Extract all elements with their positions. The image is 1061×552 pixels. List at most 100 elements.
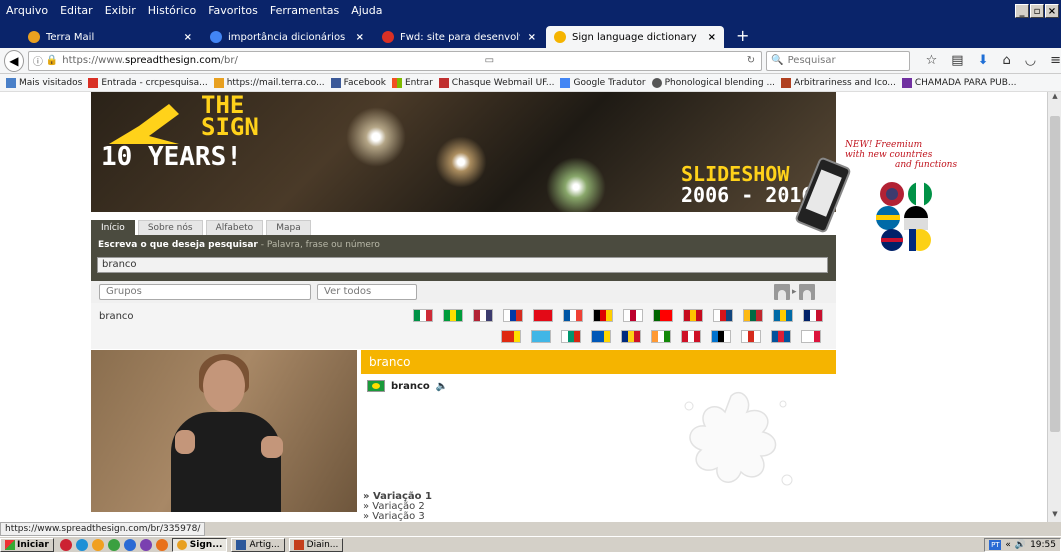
new-tab-button[interactable]: + [726, 26, 759, 48]
menu-item-ferramentas[interactable]: Ferramentas [264, 4, 345, 17]
volume-icon[interactable]: 🔊 [1015, 540, 1026, 550]
close-tab-icon[interactable]: × [700, 32, 716, 43]
downloads-icon[interactable]: ⬇ [978, 53, 989, 68]
groups-select[interactable]: Grupos [99, 284, 311, 300]
detail-entry[interactable]: branco 🔈 [367, 380, 448, 392]
promo-banner[interactable]: THE SIGN 10 YEARS! SLIDESHOW 2006 - 2016 [91, 92, 836, 212]
menu-item-exibir[interactable]: Exibir [99, 4, 142, 17]
language-flag-icon[interactable] [473, 309, 493, 322]
bookmarks-library-icon[interactable]: ▤ [951, 53, 963, 68]
bookmark-item[interactable]: Phonological blending ... [651, 77, 775, 88]
menu-hamburger-icon[interactable]: ≡ [1050, 53, 1061, 68]
scroll-thumb[interactable] [1050, 116, 1060, 432]
language-flag-icon[interactable] [591, 330, 611, 343]
bookmark-star-icon[interactable]: ☆ [926, 53, 938, 68]
tray-expand-icon[interactable]: « [1005, 540, 1011, 550]
freemium-promo[interactable]: NEW! Freemium with new countries and fun… [845, 140, 1005, 170]
page-scrollbar[interactable]: ▲ ▼ [1047, 92, 1061, 522]
menu-item-arquivo[interactable]: Arquivo [0, 4, 54, 17]
language-flag-icon[interactable] [653, 309, 673, 322]
language-icon[interactable]: PT [989, 539, 1002, 550]
home-icon[interactable]: ⌂ [1002, 53, 1010, 68]
lock-icon[interactable]: 🔒 [46, 55, 58, 66]
language-flag-icon[interactable] [711, 330, 731, 343]
taskbar-button-word[interactable]: Artig... [231, 537, 285, 552]
language-flag-icon[interactable] [503, 309, 523, 322]
close-tab-icon[interactable]: × [520, 32, 536, 43]
url-bar[interactable]: ⓘ 🔒 https://www.spreadthesign.com/br/ ▭ … [27, 50, 763, 71]
language-flag-icon[interactable] [593, 309, 613, 322]
tab-mapa[interactable]: Mapa [266, 220, 311, 235]
language-flag-icon[interactable] [743, 309, 763, 322]
language-flag-icon[interactable] [741, 330, 761, 343]
language-flag-icon[interactable] [531, 330, 551, 343]
bookmark-item[interactable]: Entrada - crcpesquisa... [88, 77, 208, 88]
media-icon[interactable] [91, 538, 104, 551]
close-tab-icon[interactable]: × [176, 32, 192, 43]
user-icon[interactable] [774, 284, 790, 300]
search-app-icon[interactable] [123, 538, 136, 551]
scroll-up-icon[interactable]: ▲ [1048, 92, 1061, 104]
bookmark-item[interactable]: https://mail.terra.co... [213, 77, 325, 88]
app-icon[interactable] [139, 538, 152, 551]
language-flag-icon[interactable] [803, 309, 823, 322]
firefox-icon[interactable] [155, 538, 168, 551]
bookmark-item[interactable]: Chasque Webmail UF... [438, 77, 554, 88]
language-flag-icon[interactable] [501, 330, 521, 343]
reload-icon[interactable]: ↻ [747, 55, 755, 66]
back-button[interactable]: ◀ [4, 49, 24, 72]
close-tab-icon[interactable]: × [348, 32, 364, 43]
taskbar-button-sign[interactable]: Sign... [171, 537, 228, 552]
tab-inicio[interactable]: Início [91, 220, 135, 235]
info-icon[interactable]: ⓘ [33, 53, 43, 68]
result-word[interactable]: branco [99, 311, 134, 322]
see-all-button[interactable]: Ver todos [317, 284, 417, 300]
language-flag-icon[interactable] [773, 309, 793, 322]
bookmark-item[interactable]: Entrar [391, 77, 433, 88]
tab-gmail[interactable]: Fwd: site para desenvolvimen... × [374, 26, 544, 48]
menu-item-ajuda[interactable]: Ajuda [345, 4, 388, 17]
tab-spreadthesign[interactable]: Sign language dictionary - SP... × [546, 26, 724, 48]
language-flag-icon[interactable] [681, 330, 701, 343]
sign-video[interactable] [91, 350, 357, 512]
tab-terra-mail[interactable]: Terra Mail × [20, 26, 200, 48]
ie-icon[interactable] [75, 538, 88, 551]
opera-icon[interactable] [59, 538, 72, 551]
language-flag-icon[interactable] [623, 309, 643, 322]
menu-item-editar[interactable]: Editar [54, 4, 99, 17]
bookmark-item[interactable]: Facebook [330, 77, 386, 88]
minimize-button[interactable]: _ [1015, 3, 1029, 18]
bookmark-item[interactable]: Google Tradutor [560, 77, 646, 88]
menu-item-favoritos[interactable]: Favoritos [202, 4, 264, 17]
language-flag-icon[interactable] [443, 309, 463, 322]
word-search-input[interactable]: branco [97, 257, 828, 273]
language-flag-icon[interactable] [713, 309, 733, 322]
tab-alfabeto[interactable]: Alfabeto [205, 220, 264, 235]
language-flag-icon[interactable] [413, 309, 433, 322]
reader-view-icon[interactable]: ▭ [485, 55, 494, 66]
start-button[interactable]: Iniciar [0, 537, 54, 552]
variation-link[interactable]: » Variação 3 [363, 512, 432, 522]
taskbar-button-powerpoint[interactable]: Diain... [288, 537, 344, 552]
chrome-icon[interactable] [107, 538, 120, 551]
language-flag-icon[interactable] [561, 330, 581, 343]
tab-sobre-nos[interactable]: Sobre nós [137, 220, 203, 235]
language-flag-icon[interactable] [621, 330, 641, 343]
language-flag-icon[interactable] [771, 330, 791, 343]
bookmark-item[interactable]: CHAMADA PARA PUB... [901, 77, 1016, 88]
user-icon[interactable] [798, 284, 815, 300]
menu-item-historico[interactable]: Histórico [142, 4, 202, 17]
scroll-down-icon[interactable]: ▼ [1048, 510, 1061, 522]
bookmark-item[interactable]: Arbitrariness and Ico... [781, 77, 896, 88]
language-flag-icon[interactable] [683, 309, 703, 322]
search-input[interactable]: 🔍 Pesquisar [766, 50, 910, 71]
bookmark-item[interactable]: Mais visitados [6, 77, 82, 88]
user-toggle[interactable]: ▸ [774, 284, 815, 300]
language-flag-icon[interactable] [651, 330, 671, 343]
speaker-icon[interactable]: 🔈 [436, 381, 448, 392]
tab-google-search[interactable]: importância dicionários - Pesq... × [202, 26, 372, 48]
language-flag-icon[interactable] [533, 309, 553, 322]
close-window-button[interactable]: × [1045, 3, 1059, 18]
pocket-icon[interactable]: ◡ [1025, 53, 1036, 68]
maximize-button[interactable]: ▫ [1030, 3, 1044, 18]
